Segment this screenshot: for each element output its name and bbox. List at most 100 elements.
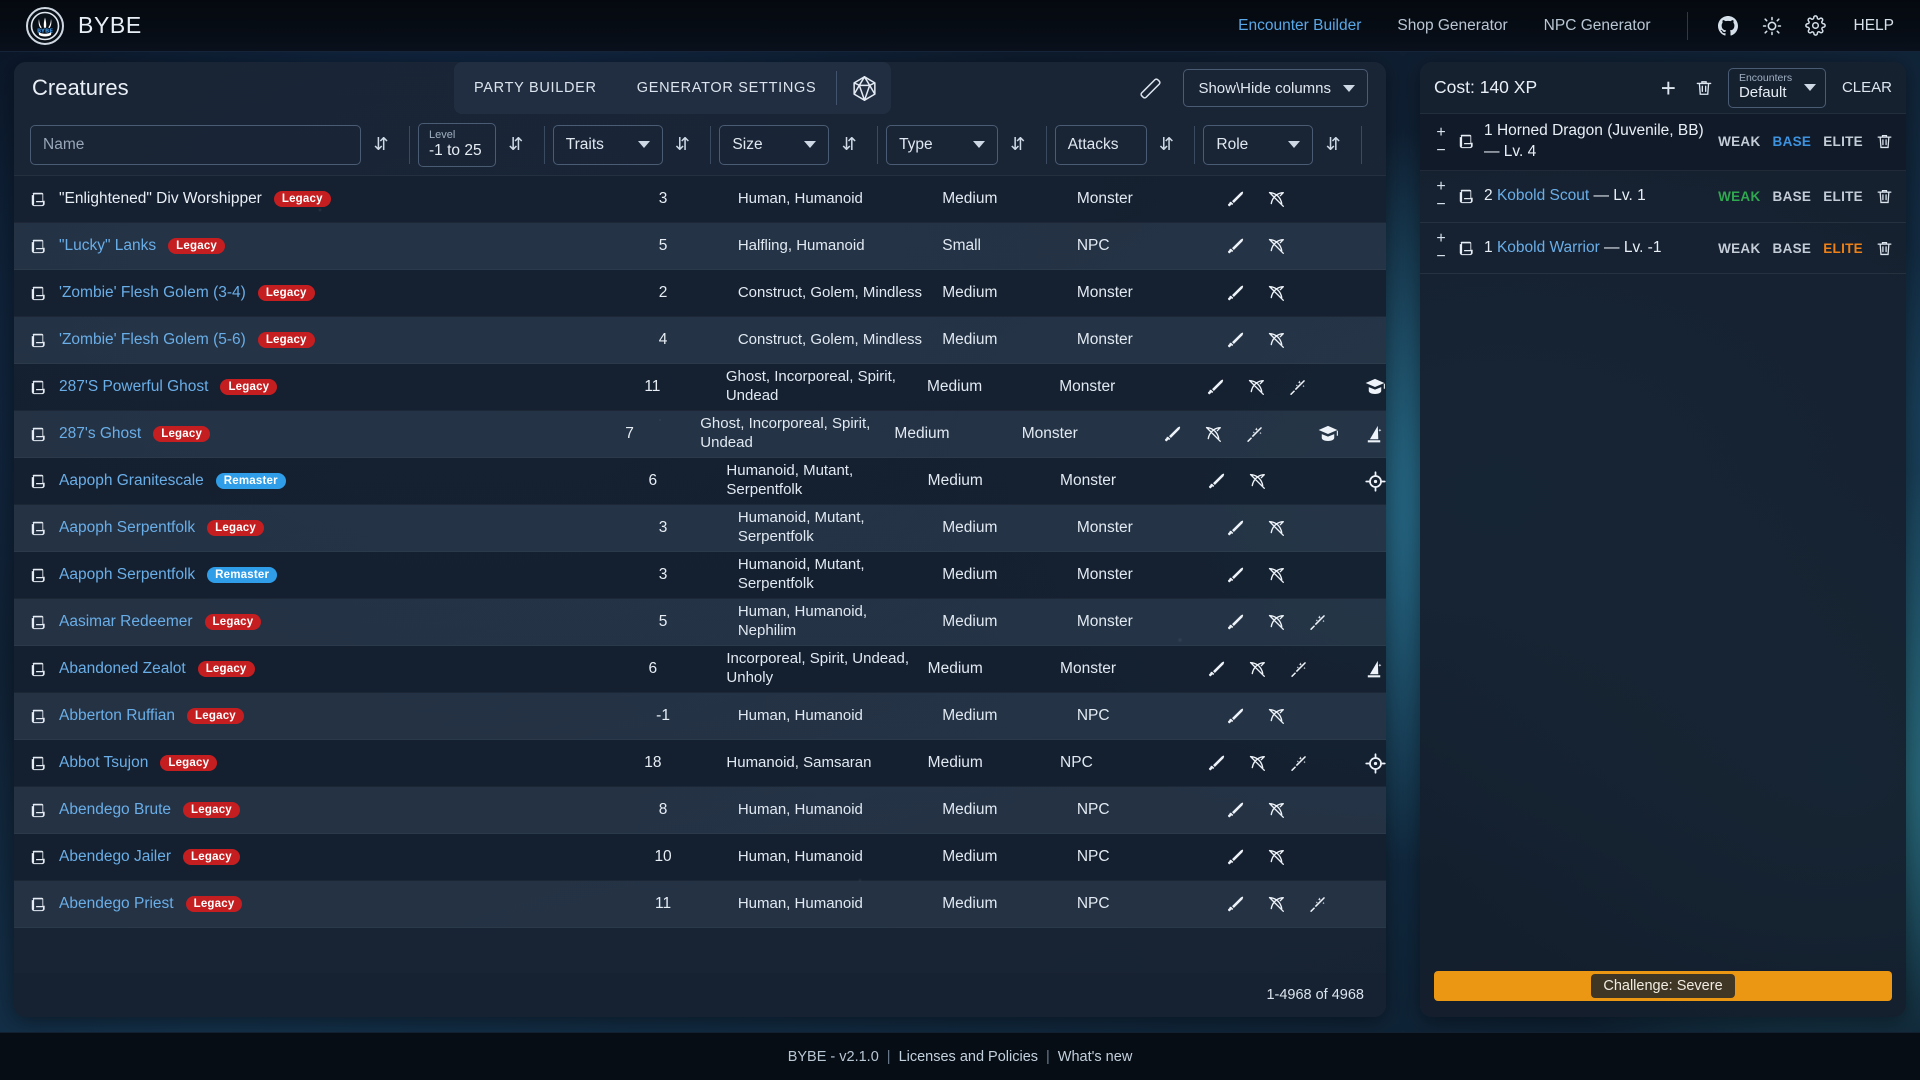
- challenge-bar[interactable]: Challenge: Severe: [1434, 971, 1892, 1001]
- wand-icon[interactable]: [1245, 425, 1264, 444]
- sort-role-button[interactable]: ⇵: [1313, 125, 1353, 165]
- encounter-item-title[interactable]: Kobold Warrior: [1497, 239, 1600, 256]
- level-filter-input[interactable]: Level -1 to 25: [418, 122, 496, 167]
- name-filter-input[interactable]: Name: [30, 124, 362, 165]
- encounter-item[interactable]: + − 1 Horned Dragon (Juvenile, BB) — Lv. 4…: [1420, 114, 1906, 171]
- scroll-icon[interactable]: [30, 238, 47, 255]
- increment-button[interactable]: +: [1436, 230, 1445, 248]
- sword-icon[interactable]: [1207, 660, 1226, 679]
- sword-icon[interactable]: [1206, 378, 1225, 397]
- table-row[interactable]: "Lucky" Lanks Legacy 5 Halfling, Humanoid Sm…: [14, 223, 1386, 270]
- scroll-icon[interactable]: [30, 285, 47, 302]
- creature-name[interactable]: 'Zombie' Flesh Golem (3-4): [59, 284, 246, 302]
- scroll-icon[interactable]: [30, 473, 47, 490]
- scroll-icon[interactable]: [30, 896, 47, 913]
- creature-name[interactable]: Aapoph Serpentfolk: [59, 519, 195, 537]
- target-icon[interactable]: [1365, 752, 1386, 774]
- creature-name[interactable]: Abbot Tsujon: [59, 754, 148, 772]
- sword-icon[interactable]: [1207, 472, 1226, 491]
- table-row[interactable]: "Enlightened" Div Worshipper Legacy 3 Human…: [14, 176, 1386, 223]
- sword-icon[interactable]: [1226, 566, 1245, 585]
- sort-attacks-button[interactable]: ⇵: [1147, 125, 1187, 165]
- graduation-cap-icon[interactable]: [1317, 423, 1339, 445]
- table-row[interactable]: Aapoph Serpentfolk Remaster 3 Humanoid, Mut…: [14, 552, 1386, 599]
- scroll-icon[interactable]: [30, 426, 47, 443]
- sword-icon[interactable]: [1226, 331, 1245, 350]
- creature-name[interactable]: Abendego Brute: [59, 801, 171, 819]
- scroll-icon[interactable]: [1454, 240, 1478, 257]
- sword-icon[interactable]: [1226, 190, 1245, 209]
- bow-icon[interactable]: [1248, 472, 1267, 491]
- show-hide-columns-select[interactable]: Show\Hide columns: [1183, 69, 1368, 107]
- bow-icon[interactable]: [1267, 237, 1286, 256]
- wand-icon[interactable]: [1308, 613, 1327, 632]
- table-row[interactable]: 'Zombie' Flesh Golem (3-4) Legacy 2 Constru…: [14, 270, 1386, 317]
- trash-icon[interactable]: [1694, 78, 1714, 98]
- brand[interactable]: BYBE BYBE: [0, 6, 142, 45]
- scroll-icon[interactable]: [30, 520, 47, 537]
- creature-name[interactable]: Abendego Jailer: [59, 848, 171, 866]
- table-row[interactable]: Aapoph Granitescale Remaster 6 Humanoid, Mu…: [14, 458, 1386, 505]
- decrement-button[interactable]: −: [1436, 196, 1445, 214]
- bow-icon[interactable]: [1267, 331, 1286, 350]
- scroll-icon[interactable]: [30, 191, 47, 208]
- wand-icon[interactable]: [1288, 378, 1307, 397]
- clear-button[interactable]: CLEAR: [1840, 79, 1892, 96]
- wizard-hat-icon[interactable]: [1365, 424, 1386, 445]
- base-button[interactable]: BASE: [1773, 189, 1812, 204]
- sort-name-button[interactable]: ⇵: [361, 125, 401, 165]
- increment-button[interactable]: +: [1436, 178, 1445, 196]
- sort-traits-button[interactable]: ⇵: [663, 125, 703, 165]
- bow-icon[interactable]: [1267, 190, 1286, 209]
- plus-icon[interactable]: +: [1657, 75, 1680, 101]
- bow-icon[interactable]: [1267, 566, 1286, 585]
- scroll-icon[interactable]: [1454, 188, 1478, 205]
- scroll-icon[interactable]: [30, 755, 47, 772]
- graduation-cap-icon[interactable]: [1364, 376, 1386, 398]
- sort-level-button[interactable]: ⇵: [496, 125, 536, 165]
- bow-icon[interactable]: [1267, 613, 1286, 632]
- creature-name[interactable]: Abendego Priest: [59, 895, 174, 913]
- bow-icon[interactable]: [1267, 801, 1286, 820]
- footer-whats-new-link[interactable]: What's new: [1058, 1049, 1133, 1065]
- table-row[interactable]: 287'S Powerful Ghost Legacy 11 Ghost, Incor…: [14, 364, 1386, 411]
- tab-party-builder[interactable]: PARTY BUILDER: [454, 70, 617, 106]
- wand-icon[interactable]: [1289, 754, 1308, 773]
- delete-item-icon[interactable]: [1875, 239, 1894, 258]
- creature-name[interactable]: Aasimar Redeemer: [59, 613, 193, 631]
- bow-icon[interactable]: [1267, 519, 1286, 538]
- weak-button[interactable]: WEAK: [1718, 189, 1760, 204]
- creature-name[interactable]: Aapoph Serpentfolk: [59, 566, 195, 584]
- bow-icon[interactable]: [1204, 425, 1223, 444]
- creature-name[interactable]: 287'S Powerful Ghost: [59, 378, 208, 396]
- encounters-select[interactable]: Encounters Default: [1727, 67, 1826, 108]
- elite-button[interactable]: ELITE: [1823, 241, 1863, 256]
- d20-dice-icon[interactable]: [837, 70, 891, 106]
- table-row[interactable]: Abendego Brute Legacy 8 Human, Humanoid Medi…: [14, 787, 1386, 834]
- creature-name[interactable]: Abandoned Zealot: [59, 660, 186, 678]
- bow-icon[interactable]: [1248, 754, 1267, 773]
- wand-icon[interactable]: [1289, 660, 1308, 679]
- gear-settings-icon[interactable]: [1799, 9, 1833, 43]
- sort-type-button[interactable]: ⇵: [998, 125, 1038, 165]
- attacks-filter-input[interactable]: Attacks: [1054, 124, 1147, 165]
- help-link[interactable]: HELP: [1838, 17, 1895, 35]
- delete-item-icon[interactable]: [1875, 132, 1894, 151]
- base-button[interactable]: BASE: [1773, 134, 1812, 149]
- elite-button[interactable]: ELITE: [1823, 134, 1863, 149]
- table-row[interactable]: Aapoph Serpentfolk Legacy 3 Humanoid, Mutan…: [14, 505, 1386, 552]
- decrement-button[interactable]: −: [1436, 248, 1445, 266]
- table-row[interactable]: Abandoned Zealot Legacy 6 Incorporeal, Spir…: [14, 646, 1386, 693]
- creature-name[interactable]: 287's Ghost: [59, 425, 141, 443]
- traits-filter-select[interactable]: Traits: [552, 124, 663, 165]
- footer-licenses-link[interactable]: Licenses and Policies: [899, 1049, 1038, 1065]
- creature-name[interactable]: Abberton Ruffian: [59, 707, 175, 725]
- nav-encounter-builder[interactable]: Encounter Builder: [1220, 17, 1379, 35]
- bow-icon[interactable]: [1267, 848, 1286, 867]
- bow-icon[interactable]: [1248, 660, 1267, 679]
- scroll-icon[interactable]: [30, 332, 47, 349]
- scroll-icon[interactable]: [30, 661, 47, 678]
- sword-icon[interactable]: [1226, 237, 1245, 256]
- sort-size-button[interactable]: ⇵: [829, 125, 869, 165]
- tab-generator-settings[interactable]: GENERATOR SETTINGS: [617, 70, 837, 106]
